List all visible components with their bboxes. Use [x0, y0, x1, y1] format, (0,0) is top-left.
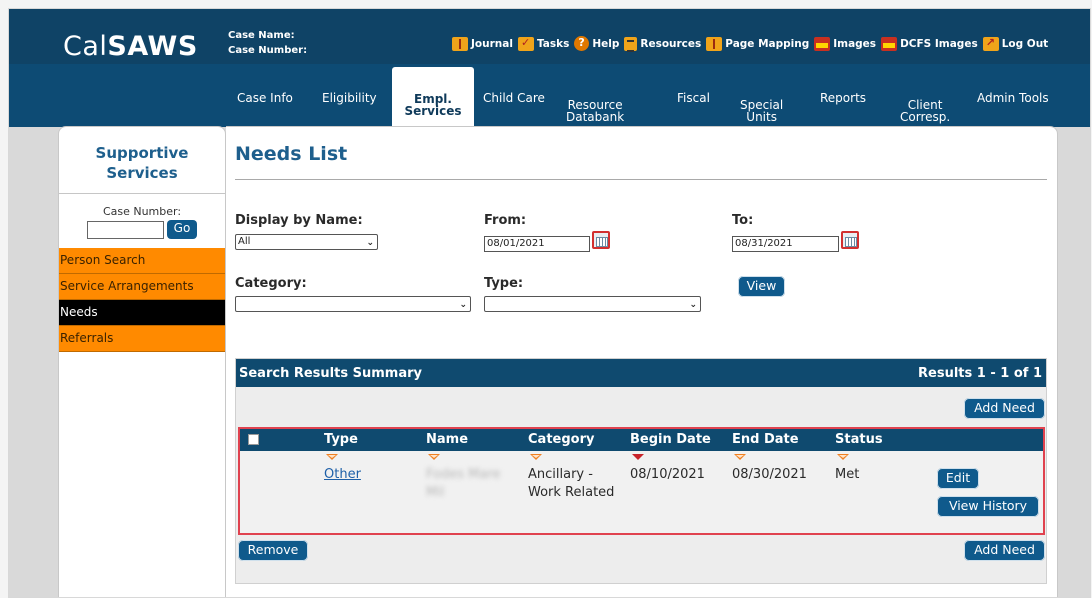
case-info: Case Name: Case Number: [228, 28, 307, 58]
sort-status-icon[interactable] [837, 454, 849, 460]
page-title: Needs List [235, 143, 348, 165]
tab-empl-services[interactable]: Empl. Services [392, 67, 474, 127]
case-number-label: Case Number: [228, 45, 308, 56]
to-date-input[interactable]: 08/31/2021 [732, 236, 839, 252]
from-label: From: [484, 213, 527, 228]
tab-special-units[interactable]: Special Units [740, 99, 783, 123]
journal-icon [452, 36, 468, 51]
main-content: Needs List Display by Name: All ⌄ From: 0… [226, 126, 1058, 597]
dcfs-images-icon [881, 36, 898, 51]
results-title: Search Results Summary [239, 366, 422, 381]
resources-link[interactable]: Resources [624, 36, 701, 52]
type-label: Type: [484, 276, 524, 291]
column-category[interactable]: Category [528, 432, 594, 447]
sort-name-icon[interactable] [428, 454, 440, 460]
resources-icon [624, 36, 638, 52]
column-end-date[interactable]: End Date [732, 432, 799, 447]
view-history-button[interactable]: View History [937, 496, 1039, 517]
sidebar-item-referrals[interactable]: Referrals [59, 326, 225, 352]
sidebar: Supportive Services Case Number: Go Pers… [58, 126, 226, 597]
column-name[interactable]: Name [426, 432, 468, 447]
needs-table: Type Name Category Begin Date End Date S… [238, 427, 1045, 535]
tab-reports[interactable]: Reports [820, 92, 866, 104]
name-cell: Fodes Mare Mil [426, 467, 501, 500]
page-mapping-icon [706, 36, 723, 51]
tab-fiscal[interactable]: Fiscal [677, 92, 710, 104]
images-link[interactable]: Images [814, 36, 876, 51]
tab-case-info[interactable]: Case Info [237, 92, 293, 104]
remove-button[interactable]: Remove [238, 540, 308, 561]
display-by-name-select[interactable]: All ⌄ [235, 234, 378, 250]
tab-client-corresp[interactable]: Client Corresp. [900, 99, 950, 123]
sort-end-date-icon[interactable] [734, 454, 746, 460]
results-range: Results 1 - 1 of 1 [918, 366, 1042, 381]
column-status[interactable]: Status [835, 432, 883, 447]
sidebar-item-needs[interactable]: Needs [59, 300, 225, 326]
sidebar-case-search: Go [59, 220, 225, 239]
chevron-down-icon: ⌄ [689, 300, 697, 310]
from-date-input[interactable]: 08/01/2021 [484, 236, 590, 252]
help-icon [574, 36, 590, 51]
sidebar-item-service-arrangements[interactable]: Service Arrangements [59, 274, 225, 300]
display-by-name-label: Display by Name: [235, 213, 363, 228]
dcfs-images-link[interactable]: DCFS Images [881, 36, 978, 51]
to-label: To: [732, 213, 754, 228]
sidebar-title: Supportive Services [59, 127, 225, 194]
images-icon [814, 36, 831, 51]
top-header: CalSAWS Case Name: Case Number: Journal … [9, 9, 1090, 64]
chevron-down-icon: ⌄ [459, 300, 467, 310]
status-cell: Met [835, 467, 860, 482]
to-calendar-icon[interactable] [841, 231, 859, 249]
from-calendar-icon[interactable] [592, 231, 610, 249]
sort-type-icon[interactable] [326, 454, 338, 460]
title-divider [235, 179, 1047, 180]
category-label: Category: [235, 276, 307, 291]
end-date-cell: 08/30/2021 [732, 467, 807, 482]
tab-eligibility[interactable]: Eligibility [322, 92, 377, 104]
main-nav: Case Info Eligibility Empl. Services Chil… [9, 64, 1090, 127]
type-link[interactable]: Other [324, 466, 361, 484]
column-type[interactable]: Type [324, 432, 358, 447]
category-select[interactable]: ⌄ [235, 296, 471, 312]
select-all-checkbox[interactable] [248, 434, 259, 445]
tab-resource-databank[interactable]: Resource Databank [566, 99, 624, 123]
view-button[interactable]: View [738, 276, 785, 297]
sidebar-case-number-label: Case Number: [102, 205, 182, 218]
sort-begin-date-icon[interactable] [632, 454, 644, 460]
category-cell: Ancillary - Work Related [528, 467, 615, 500]
chevron-down-icon: ⌄ [366, 238, 374, 248]
calsaws-logo: CalSAWS [63, 31, 198, 62]
go-button[interactable]: Go [166, 220, 198, 239]
tab-child-care[interactable]: Child Care [483, 92, 545, 104]
case-number-input[interactable] [86, 220, 164, 239]
search-results-panel: Search Results Summary Results 1 - 1 of … [235, 358, 1047, 584]
app-frame: CalSAWS Case Name: Case Number: Journal … [8, 8, 1091, 598]
column-begin-date[interactable]: Begin Date [630, 432, 711, 447]
logout-link[interactable]: Log Out [982, 36, 1048, 51]
begin-date-cell: 08/10/2021 [630, 467, 705, 482]
type-select[interactable]: ⌄ [484, 296, 701, 312]
journal-link[interactable]: Journal [452, 36, 513, 51]
edit-button[interactable]: Edit [937, 468, 979, 489]
case-name-label: Case Name: [228, 30, 295, 41]
table-header: Type Name Category Begin Date End Date S… [240, 429, 1043, 451]
tab-admin-tools[interactable]: Admin Tools [977, 92, 1049, 104]
sidebar-item-person-search[interactable]: Person Search [59, 248, 225, 274]
sort-category-icon[interactable] [530, 454, 542, 460]
logout-icon [982, 36, 999, 51]
add-need-button-top[interactable]: Add Need [964, 398, 1045, 419]
results-header: Search Results Summary Results 1 - 1 of … [236, 359, 1046, 387]
tasks-icon [517, 36, 534, 51]
tasks-link[interactable]: Tasks [517, 36, 569, 51]
help-link[interactable]: Help [574, 36, 619, 51]
page-mapping-link[interactable]: Page Mapping [706, 36, 809, 51]
utility-links: Journal Tasks Help Resources Page Mappin… [452, 36, 1053, 52]
add-need-button-bottom[interactable]: Add Need [964, 540, 1045, 561]
